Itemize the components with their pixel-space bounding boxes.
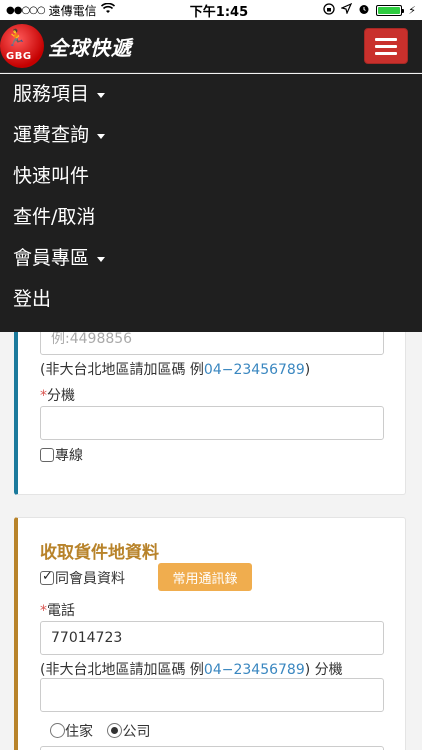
menu-item-shipping-rates[interactable]: 運費查詢 <box>0 115 422 156</box>
radio-home[interactable] <box>50 723 65 738</box>
menu-item-member-area[interactable]: 會員專區 <box>0 238 422 279</box>
radio-company-option[interactable]: 公司 <box>107 723 151 740</box>
radio-company-label: 公司 <box>122 724 151 740</box>
area-note-prefix: (非大台北地區請加區碼 例 <box>40 662 204 678</box>
pickup-extension-input[interactable] <box>40 678 384 712</box>
pickup-phone-label: *電話 <box>40 600 75 620</box>
menu-item-services[interactable]: 服務項目 <box>0 74 422 115</box>
carrier-name: 遠傳電信 <box>48 3 97 18</box>
caret-down-icon <box>97 93 106 98</box>
address-book-button[interactable]: 常用通訊錄 <box>158 563 252 591</box>
radio-home-option[interactable]: 住家 <box>50 723 93 740</box>
caret-down-icon <box>97 257 106 262</box>
charging-bolt-icon: ⚡ <box>408 3 416 17</box>
same-as-member-label: 同會員資料 <box>55 571 125 587</box>
menu-item-label: 登出 <box>13 288 52 310</box>
extension-label: *分機 <box>40 385 75 405</box>
hamburger-bar <box>375 44 397 48</box>
area-note-suffix: ) 分機 <box>304 662 343 678</box>
menu-item-quick-pickup[interactable]: 快速叫件 <box>0 156 422 197</box>
signal-strength-icon: ●●○○○ <box>6 4 46 16</box>
alarm-clock-icon <box>358 3 370 18</box>
menu-item-logout[interactable]: 登出 <box>0 279 422 320</box>
pickup-area-code-note: (非大台北地區請加區碼 例04−23456789) 分機 <box>40 659 343 679</box>
phone-placeholder: 例:4498856 <box>51 332 133 347</box>
dedicated-line-label: 專線 <box>55 448 83 464</box>
phone-input[interactable]: 例:4498856 <box>40 332 384 355</box>
runner-icon: 🏃 <box>6 28 26 47</box>
pickup-phone-label-text: 電話 <box>47 603 75 619</box>
area-note-example: 04−23456789 <box>203 362 305 378</box>
status-right: ⚡ <box>323 2 416 18</box>
menu-item-label: 快速叫件 <box>13 165 90 187</box>
menu-item-label: 查件/取消 <box>13 206 96 228</box>
same-as-member-option[interactable]: 同會員資料 <box>40 568 125 588</box>
menu-item-label: 服務項目 <box>13 83 90 105</box>
menu-item-track-cancel[interactable]: 查件/取消 <box>0 197 422 238</box>
hamburger-bar <box>375 51 397 55</box>
menu-item-label: 運費查詢 <box>13 124 90 146</box>
location-type-radios: 住家 公司 <box>50 721 150 741</box>
pickup-phone-input[interactable]: 77014723 <box>40 621 384 655</box>
status-left: ●●○○○ 遠傳電信 <box>6 2 115 19</box>
nav-menu: 服務項目 運費查詢 快速叫件 查件/取消 會員專區 登出 <box>0 74 422 332</box>
wifi-icon <box>100 2 115 17</box>
required-marker: * <box>40 603 47 619</box>
dedicated-line-option[interactable]: 專線 <box>40 445 83 465</box>
area-note-prefix: (非大台北地區請加區碼 例 <box>40 362 204 378</box>
rotation-lock-icon <box>323 2 335 18</box>
caret-down-icon <box>97 134 106 139</box>
pickup-section-title: 收取貨件地資料 <box>40 543 159 563</box>
pickup-location-card: 收取貨件地資料 同會員資料 常用通訊錄 *電話 77014723 (非大台北地區… <box>14 517 406 750</box>
area-note-example: 04−23456789 <box>203 662 305 678</box>
battery-icon <box>376 4 405 16</box>
dedicated-line-checkbox[interactable] <box>40 448 54 462</box>
extension-label-text: 分機 <box>47 388 75 404</box>
radio-company[interactable] <box>107 723 123 738</box>
area-code-note: (非大台北地區請加區碼 例04−23456789) <box>40 359 310 379</box>
sender-info-card: 例:4498856 (非大台北地區請加區碼 例04−23456789) *分機 … <box>14 332 406 495</box>
page-content: 例:4498856 (非大台北地區請加區碼 例04−23456789) *分機 … <box>0 332 422 750</box>
navbar: 🏃 GBG 全球快遞 <box>0 20 422 73</box>
logo-letters: GBG <box>6 51 32 62</box>
brand-name: 全球快遞 <box>48 35 132 60</box>
radio-home-label: 住家 <box>65 724 93 740</box>
area-note-suffix: ) <box>304 362 311 378</box>
logo-emblem: 🏃 GBG <box>0 24 44 68</box>
status-time: 下午1:45 <box>189 4 249 20</box>
battery-level <box>378 6 401 14</box>
hamburger-menu-button[interactable] <box>364 28 408 64</box>
brand-logo[interactable]: 🏃 GBG 全球快遞 <box>0 20 132 73</box>
menu-item-label: 會員專區 <box>13 247 90 269</box>
pickup-address-input[interactable] <box>40 746 384 750</box>
extension-input[interactable] <box>40 406 384 440</box>
location-arrow-icon <box>340 2 353 17</box>
same-as-member-checkbox[interactable] <box>40 569 54 585</box>
required-marker: * <box>40 388 47 404</box>
hamburger-bar <box>375 37 397 41</box>
status-bar: ●●○○○ 遠傳電信 下午1:45 ⚡ <box>0 0 422 20</box>
